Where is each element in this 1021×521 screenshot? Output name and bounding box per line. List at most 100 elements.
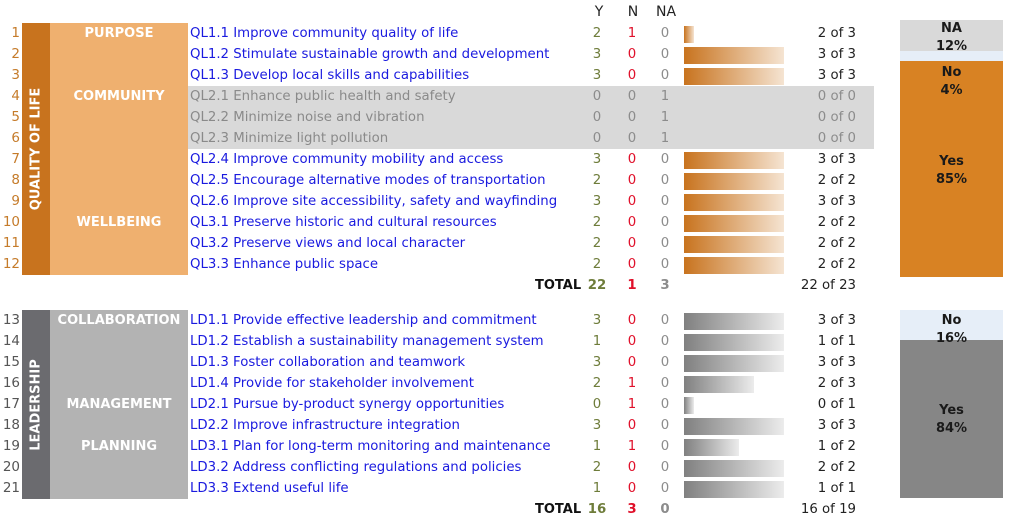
- row-number: 1: [11, 25, 20, 41]
- no-count: 0: [627, 215, 637, 230]
- na-count: 0: [660, 236, 670, 251]
- no-count: 1: [627, 26, 637, 41]
- summary-percent: 16%: [935, 331, 968, 346]
- criterion-row[interactable]: LD1.3 Foster collaboration and teamwork 3…: [188, 352, 888, 373]
- summary-category: No: [941, 65, 962, 80]
- score-text: 0 of 0: [817, 131, 856, 146]
- criterion-link[interactable]: LD3.3 Extend useful life: [190, 478, 349, 499]
- category-label: PURPOSE: [84, 26, 154, 41]
- criterion-row[interactable]: LD2.1 Pursue by-product synergy opportun…: [188, 394, 888, 415]
- no-count: 0: [627, 152, 637, 167]
- row-number: 13: [2, 312, 20, 328]
- score-text: 3 of 3: [817, 313, 856, 328]
- criterion-link[interactable]: LD2.2 Improve infrastructure integration: [190, 415, 460, 436]
- score-text: 1 of 1: [817, 334, 856, 349]
- criterion-row[interactable]: LD3.1 Plan for long-term monitoring and …: [188, 436, 888, 457]
- yes-count: 1: [592, 481, 602, 496]
- criterion-row[interactable]: QL1.2 Stimulate sustainable growth and d…: [188, 44, 888, 65]
- criterion-row[interactable]: LD3.3 Extend useful life 1 0 0 1 of 1: [188, 478, 888, 499]
- na-count: 0: [660, 334, 670, 349]
- criterion-link[interactable]: LD3.1 Plan for long-term monitoring and …: [190, 436, 551, 457]
- na-count: 0: [660, 355, 670, 370]
- na-count: 0: [660, 47, 670, 62]
- yes-count: 2: [592, 236, 602, 251]
- total-label: TOTAL: [535, 502, 582, 517]
- criterion-link[interactable]: QL1.3 Develop local skills and capabilit…: [190, 65, 469, 86]
- score-bar: [684, 481, 784, 498]
- yes-count: 3: [592, 313, 602, 328]
- yes-count: 3: [592, 418, 602, 433]
- criterion-row[interactable]: QL2.1 Enhance public health and safety 0 0…: [188, 86, 888, 107]
- yes-count: 0: [592, 397, 602, 412]
- total-yes: 16: [587, 502, 607, 517]
- criterion-row[interactable]: LD1.4 Provide for stakeholder involvemen…: [188, 373, 888, 394]
- na-count: 1: [660, 89, 670, 104]
- no-count: 0: [627, 481, 637, 496]
- no-count: 0: [627, 236, 637, 251]
- row-number: 18: [2, 417, 20, 433]
- column-header-yes: Y: [594, 4, 604, 20]
- score-bar: [684, 313, 784, 330]
- row-number: 15: [2, 354, 20, 370]
- criterion-link[interactable]: LD1.2 Establish a sustainability managem…: [190, 331, 544, 352]
- criterion-link[interactable]: LD3.2 Address conflicting regulations an…: [190, 457, 521, 478]
- criterion-link[interactable]: QL2.4 Improve community mobility and acc…: [190, 149, 503, 170]
- criterion-link[interactable]: LD1.4 Provide for stakeholder involvemen…: [190, 373, 474, 394]
- row-number: 9: [11, 193, 20, 209]
- criterion-link[interactable]: QL2.6 Improve site accessibility, safety…: [190, 191, 557, 212]
- criterion-link[interactable]: LD1.3 Foster collaboration and teamwork: [190, 352, 465, 373]
- row-number: 20: [2, 459, 20, 475]
- score-text: 3 of 3: [817, 355, 856, 370]
- criterion-row[interactable]: QL2.4 Improve community mobility and acc…: [188, 149, 888, 170]
- criterion-row[interactable]: LD2.2 Improve infrastructure integration…: [188, 415, 888, 436]
- criterion-row[interactable]: QL3.2 Preserve views and local character…: [188, 233, 888, 254]
- criterion-link[interactable]: QL2.1 Enhance public health and safety: [190, 86, 456, 107]
- criterion-row[interactable]: QL1.1 Improve community quality of life 2…: [188, 23, 888, 44]
- criterion-row[interactable]: QL2.5 Encourage alternative modes of tra…: [188, 170, 888, 191]
- summary-label-no: No 4%: [900, 64, 1003, 100]
- row-number: 8: [11, 172, 20, 188]
- criterion-row[interactable]: LD1.2 Establish a sustainability managem…: [188, 331, 888, 352]
- criterion-link[interactable]: QL1.2 Stimulate sustainable growth and d…: [190, 44, 549, 65]
- yes-count: 1: [592, 439, 602, 454]
- criterion-row[interactable]: QL1.3 Develop local skills and capabilit…: [188, 65, 888, 86]
- criterion-link[interactable]: QL2.3 Minimize light pollution: [190, 128, 388, 149]
- criterion-link[interactable]: LD2.1 Pursue by-product synergy opportun…: [190, 394, 504, 415]
- criterion-row[interactable]: QL2.3 Minimize light pollution 0 0 1 0 of 0: [188, 128, 888, 149]
- score-bar: [684, 215, 784, 232]
- row-number: 21: [2, 480, 20, 496]
- criterion-row[interactable]: LD3.2 Address conflicting regulations an…: [188, 457, 888, 478]
- criterion-row[interactable]: LD1.1 Provide effective leadership and c…: [188, 310, 888, 331]
- no-count: 0: [627, 173, 637, 188]
- row-number: 16: [2, 375, 20, 391]
- summary-category: NA: [941, 21, 962, 36]
- criterion-link[interactable]: QL3.2 Preserve views and local character: [190, 233, 465, 254]
- summary-category: Yes: [939, 154, 964, 169]
- score-bar: [684, 68, 784, 85]
- criterion-row[interactable]: QL2.2 Minimize noise and vibration 0 0 1 0 o…: [188, 107, 888, 128]
- criterion-link[interactable]: QL2.2 Minimize noise and vibration: [190, 107, 425, 128]
- total-yes: 22: [587, 278, 607, 293]
- na-count: 1: [660, 131, 670, 146]
- criterion-row[interactable]: QL3.1 Preserve historic and cultural res…: [188, 212, 888, 233]
- row-number: 11: [2, 235, 20, 251]
- score-text: 1 of 1: [817, 481, 856, 496]
- criterion-row[interactable]: QL3.3 Enhance public space 2 0 0 2 of 2: [188, 254, 888, 275]
- criterion-link[interactable]: LD1.1 Provide effective leadership and c…: [190, 310, 537, 331]
- criterion-row[interactable]: QL2.6 Improve site accessibility, safety…: [188, 191, 888, 212]
- yes-count: 1: [592, 334, 602, 349]
- score-text: 3 of 3: [817, 194, 856, 209]
- score-text: 2 of 2: [817, 173, 856, 188]
- criterion-link[interactable]: QL2.5 Encourage alternative modes of tra…: [190, 170, 546, 191]
- criterion-link[interactable]: QL1.1 Improve community quality of life: [190, 23, 458, 44]
- criterion-link[interactable]: QL3.3 Enhance public space: [190, 254, 378, 275]
- yes-count: 0: [592, 110, 602, 125]
- yes-count: 2: [592, 257, 602, 272]
- score-bar: [684, 26, 694, 43]
- score-text: 2 of 2: [817, 257, 856, 272]
- na-count: 1: [660, 110, 670, 125]
- no-count: 0: [627, 460, 637, 475]
- score-bar: [684, 236, 784, 253]
- category-label: MANAGEMENT: [66, 397, 172, 412]
- criterion-link[interactable]: QL3.1 Preserve historic and cultural res…: [190, 212, 497, 233]
